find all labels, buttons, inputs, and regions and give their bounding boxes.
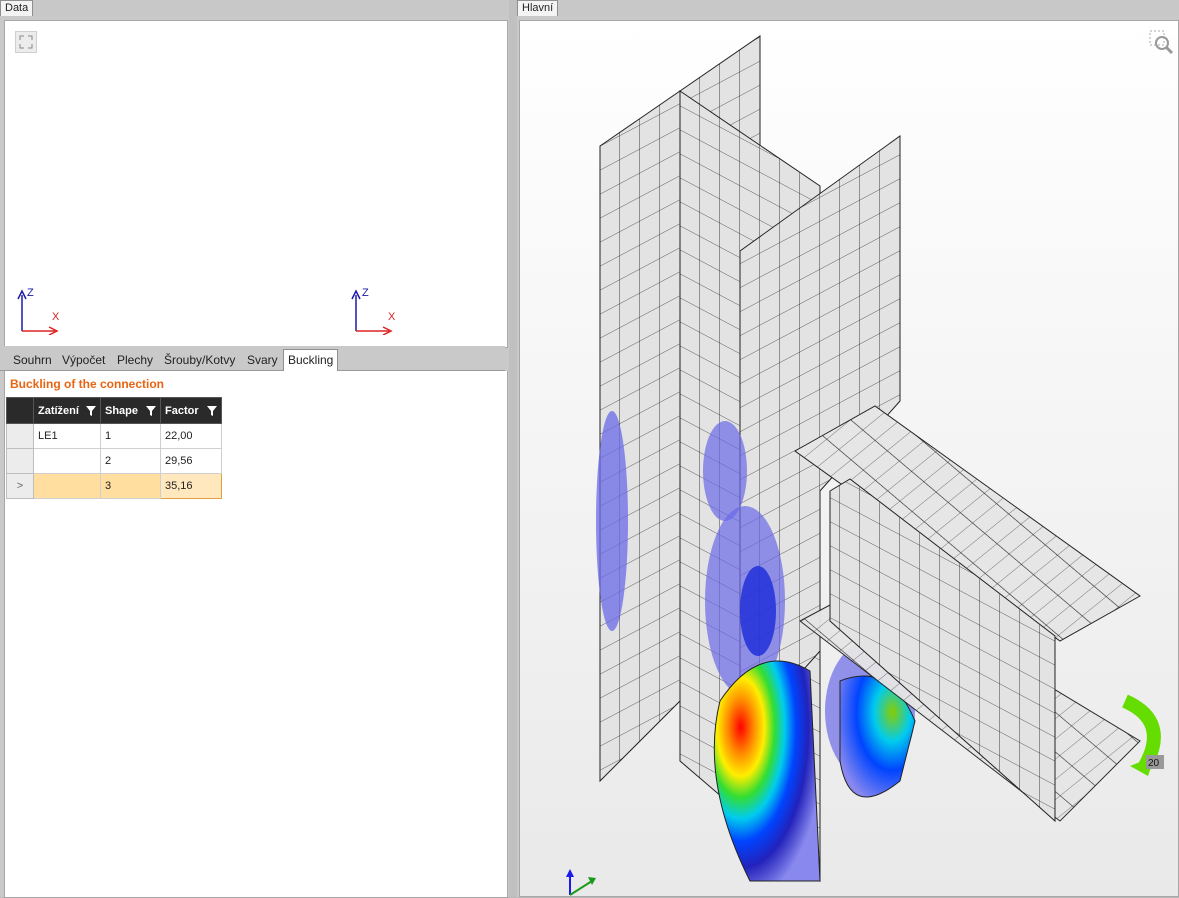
tab-main[interactable]: Hlavní [517, 0, 559, 16]
axis-z-label: Z [362, 287, 369, 299]
filter-icon[interactable] [207, 406, 217, 416]
cell-factor[interactable]: 22,00 [160, 423, 222, 449]
cell-load[interactable]: LE1 [33, 423, 101, 449]
row-selector-current[interactable]: > [6, 473, 34, 499]
axis-x-label: X [52, 311, 60, 323]
table-row[interactable]: LE1 1 22,00 [6, 423, 222, 449]
expand-icon [19, 35, 33, 49]
cell-load[interactable] [33, 448, 101, 474]
main-tabstrip: Hlavní [517, 0, 1179, 17]
cell-shape[interactable]: 2 [100, 448, 161, 474]
buckling-table: Zatížení Shape Factor LE1 1 22,00 2 29,5… [6, 397, 222, 499]
table-row[interactable]: 2 29,56 [6, 448, 222, 474]
filter-icon[interactable] [146, 406, 156, 416]
column-header-label: Shape [105, 404, 139, 417]
column-header-factor[interactable]: Factor [160, 397, 222, 424]
tab-souhrn[interactable]: Souhrn [9, 350, 56, 370]
legend-value: 20 [1148, 758, 1160, 769]
axis-triad-left [17, 289, 59, 335]
coordinate-triad [566, 869, 596, 896]
property-tabs: Souhrn Výpočet Plechy Šrouby/Kotvy Svary… [0, 346, 505, 371]
fit-view-button[interactable] [15, 31, 37, 53]
cell-shape[interactable]: 3 [100, 473, 161, 499]
tab-buckling[interactable]: Buckling [283, 349, 339, 371]
cell-factor[interactable]: 35,16 [160, 473, 222, 499]
preview-view[interactable]: Z X Z X [4, 20, 508, 348]
cell-load[interactable] [33, 473, 101, 499]
filter-icon[interactable] [86, 406, 96, 416]
column-header-label: Zatížení [38, 404, 79, 417]
section-title: Buckling of the connection [10, 377, 165, 391]
cell-shape[interactable]: 1 [100, 423, 161, 449]
tab-data[interactable]: Data [0, 0, 34, 16]
left-tabstrip: Data [0, 0, 509, 17]
left-pane: Z X Z X Souhrn Výpočet Plechy Šrouby/Kot… [0, 16, 509, 898]
axis-x-label: X [388, 311, 396, 323]
row-header-corner [6, 397, 34, 424]
tab-srouby-kotvy[interactable]: Šrouby/Kotvy [160, 350, 239, 370]
column-header-load[interactable]: Zatížení [33, 397, 101, 424]
splitter[interactable] [509, 0, 517, 897]
tab-svary[interactable]: Svary [243, 350, 282, 370]
axis-z-label: Z [27, 287, 34, 299]
column-header-shape[interactable]: Shape [100, 397, 161, 424]
3d-viewport[interactable]: 20 [519, 20, 1179, 897]
row-selector[interactable] [6, 448, 34, 474]
cell-factor[interactable]: 29,56 [160, 448, 222, 474]
tab-vypocet[interactable]: Výpočet [58, 350, 109, 370]
main-pane: 20 [517, 16, 1179, 897]
column-header-label: Factor [165, 404, 199, 417]
fem-model: 20 [566, 35, 1164, 896]
buckling-content: Buckling of the connection Zatížení Shap… [4, 371, 508, 898]
tab-plechy[interactable]: Plechy [113, 350, 157, 370]
table-row-selected[interactable]: > 3 35,16 [6, 473, 222, 499]
row-selector[interactable] [6, 423, 34, 449]
